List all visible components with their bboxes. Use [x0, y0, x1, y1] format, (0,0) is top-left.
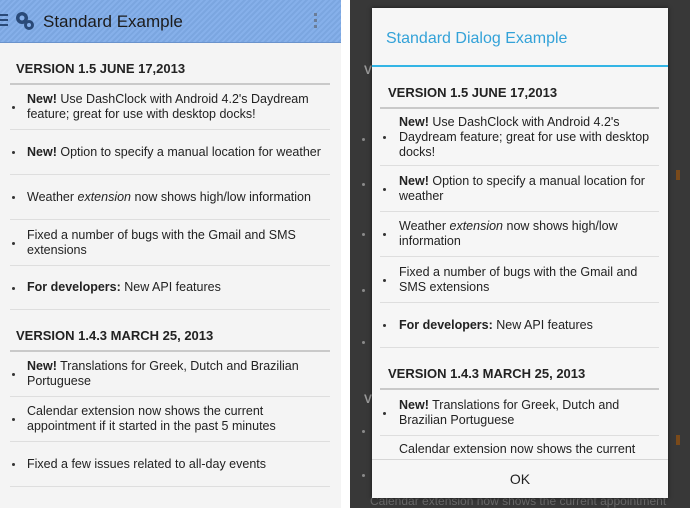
list-item: Calendar extension now shows the current… — [10, 397, 330, 442]
list-item: New! Translations for Greek, Dutch and B… — [380, 390, 659, 436]
app-title: Standard Example — [43, 12, 183, 31]
overflow-menu-icon[interactable] — [314, 13, 318, 31]
list-item: New! Use DashClock with Android 4.2's Da… — [380, 109, 659, 166]
version-header: VERSION 1.5 JUNE 17,2013 — [10, 43, 330, 85]
changelog-list: VERSION 1.5 JUNE 17,2013 New! Use DashCl… — [10, 43, 330, 487]
list-item: Fixed a number of bugs with the Gmail an… — [10, 220, 330, 266]
bullet-icon — [383, 233, 386, 236]
bullet-icon — [12, 241, 15, 245]
bullet-icon — [12, 196, 15, 199]
background-bullet — [362, 138, 365, 141]
standard-example-screen: Standard Example VERSION 1.5 JUNE 17,201… — [0, 0, 341, 508]
version-header: VERSION 1.5 JUNE 17,2013 — [380, 67, 659, 109]
ok-button[interactable]: OK — [372, 460, 668, 498]
list-item: New! Option to specify a manual location… — [380, 166, 659, 212]
bullet-icon — [383, 324, 386, 327]
bullet-icon — [383, 187, 386, 191]
bullet-icon — [12, 106, 15, 109]
bullet-icon — [12, 373, 15, 376]
list-item: New! Use DashClock with Android 4.2's Da… — [10, 85, 330, 130]
version-header: VERSION 1.4.3 MARCH 25, 2013 — [10, 310, 330, 352]
menu-icon[interactable] — [0, 14, 8, 28]
dialog-title: Standard Dialog Example — [386, 30, 568, 47]
background-accent — [676, 435, 680, 445]
list-item: For developers: New API features — [380, 303, 659, 348]
dialog-changelog-list[interactable]: VERSION 1.5 JUNE 17,2013 New! Use DashCl… — [380, 67, 659, 454]
bullet-icon — [12, 151, 15, 154]
list-item: For developers: New API features — [10, 266, 330, 310]
background-bullet — [362, 183, 365, 186]
background-bullet — [362, 289, 365, 292]
bullet-icon — [12, 418, 15, 421]
background-bullet — [362, 233, 365, 236]
background-header-fragment: V — [364, 392, 373, 406]
dialog: Standard Dialog Example VERSION 1.5 JUNE… — [372, 8, 668, 498]
list-item: Fixed a number of bugs with the Gmail an… — [380, 257, 659, 303]
list-item: Weather extension now shows high/low inf… — [380, 212, 659, 257]
bullet-icon — [383, 136, 386, 139]
background-bullet — [362, 430, 365, 433]
list-item: Calendar extension now shows the current — [380, 436, 659, 454]
background-bullet — [362, 474, 365, 477]
dialog-example-screen: V V Calendar extension now shows the cur… — [350, 0, 690, 508]
list-item: New! Option to specify a manual location… — [10, 130, 330, 175]
bullet-icon — [12, 286, 15, 290]
action-bar: Standard Example — [0, 0, 341, 43]
list-item: New! Translations for Greek, Dutch and B… — [10, 352, 330, 397]
background-bullet — [362, 341, 365, 344]
bullet-icon — [12, 463, 15, 466]
list-item: Weather extension now shows high/low inf… — [10, 175, 330, 220]
background-header-fragment: V — [364, 63, 373, 77]
version-header: VERSION 1.4.3 MARCH 25, 2013 — [380, 348, 659, 390]
background-accent — [676, 170, 680, 180]
bullet-icon — [383, 278, 386, 282]
list-item: Fixed a few issues related to all-day ev… — [10, 442, 330, 487]
app-logo-icon[interactable] — [14, 10, 36, 32]
bullet-icon — [383, 411, 386, 415]
